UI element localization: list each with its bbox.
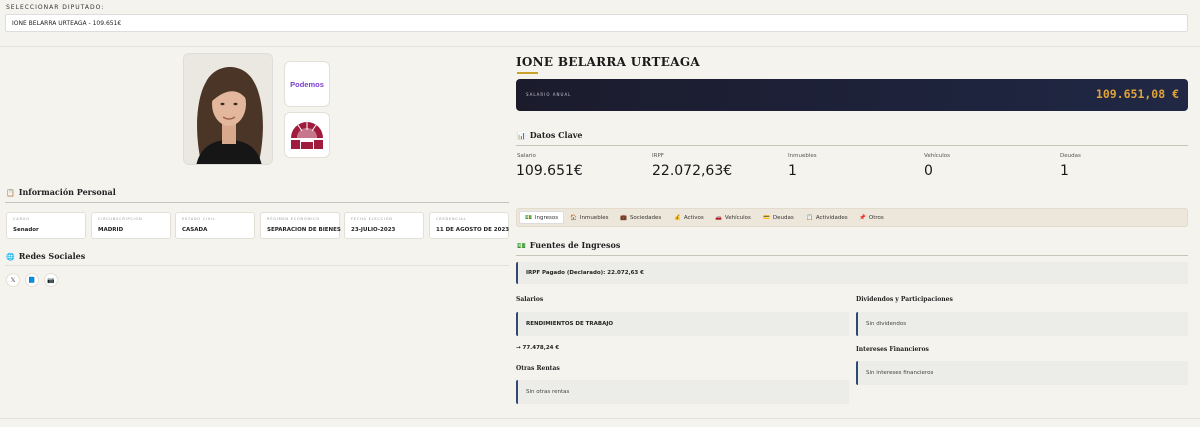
- salary-value: 109.651,08 €: [1095, 87, 1179, 101]
- info-card-value: 23-JULIO-2023: [351, 227, 396, 233]
- tab-label: Inmuebles: [579, 214, 609, 221]
- salaries-title: Salarios: [516, 296, 544, 303]
- money-icon: 💵: [525, 214, 532, 221]
- party-logo: Podemos: [284, 61, 330, 107]
- kpi-value-deudas: 1: [1060, 163, 1069, 179]
- selector-label: SELECCIONAR DIPUTADO:: [6, 4, 105, 11]
- info-card-label: ESTADO CIVIL: [182, 217, 216, 221]
- deputy-select[interactable]: IONE BELARRA URTEAGA - 109.651€: [5, 14, 1188, 32]
- globe-icon: 🌐: [6, 251, 15, 261]
- tab-label: Deudas: [772, 214, 794, 221]
- social-heading: Redes Sociales: [18, 251, 86, 261]
- kpi-value-vehiculos: 0: [924, 163, 933, 179]
- x-twitter-icon[interactable]: 𝕏: [6, 273, 20, 287]
- divider: [0, 46, 1200, 47]
- salary-item: RENDIMIENTOS DE TRABAJO: [516, 312, 849, 336]
- social-title: 🌐 Redes Sociales: [6, 251, 85, 261]
- personal-info-heading: Información Personal: [18, 187, 116, 197]
- divider: [5, 202, 509, 203]
- other-income-title: Otras Rentas: [516, 365, 560, 372]
- tab-actividades[interactable]: 📋 Actividades: [801, 211, 853, 224]
- key-data-title: 📊 Datos Clave: [517, 130, 583, 140]
- divider: [0, 418, 1200, 419]
- party-logo-text: Podemos: [290, 79, 324, 89]
- kpi-value-salario: 109.651€: [516, 163, 583, 179]
- info-card-estado-civil: ESTADO CIVIL CASADA: [175, 212, 255, 239]
- tab-label: Vehículos: [724, 214, 751, 221]
- info-card-fecha-eleccion: FECHA ELECCIÓN 23-JULIO-2023: [344, 212, 424, 239]
- interest-title: Intereses Financieros: [856, 346, 929, 353]
- tab-deudas[interactable]: 💳 Deudas: [758, 211, 799, 224]
- bar-chart-icon: 📊: [517, 130, 526, 140]
- money-bag-icon: 💰: [674, 214, 681, 221]
- info-card-label: CIRCUNSCRIPCIÓN: [98, 217, 143, 221]
- dividends-value: Sin dividendos: [856, 312, 1188, 336]
- tab-activos[interactable]: 💰 Activos: [669, 211, 709, 224]
- tab-sociedades[interactable]: 💼 Sociedades: [615, 211, 666, 224]
- divider: [516, 145, 1188, 146]
- chamber-emblem-icon: [284, 112, 330, 158]
- kpi-label-inmuebles: Inmuebles: [788, 153, 817, 159]
- tab-inmuebles[interactable]: 🏠 Inmuebles: [565, 211, 613, 224]
- kpi-label-irpf: IRPF: [652, 153, 664, 159]
- tab-ingresos[interactable]: 💵 Ingresos: [519, 211, 565, 224]
- info-card-label: CREDENCIAL: [436, 217, 467, 221]
- tab-label: Ingresos: [534, 214, 559, 221]
- tab-label: Activos: [683, 214, 704, 221]
- credit-card-icon: 💳: [763, 214, 770, 221]
- dividends-title: Dividendos y Participaciones: [856, 296, 953, 303]
- divider: [5, 265, 509, 266]
- info-card-value: Senador: [13, 227, 39, 233]
- info-card-label: FECHA ELECCIÓN: [351, 217, 393, 221]
- money-icon: 💵: [517, 240, 526, 250]
- tab-label: Sociedades: [629, 214, 662, 221]
- instagram-icon[interactable]: 📷: [44, 273, 58, 287]
- divider: [516, 255, 1188, 256]
- personal-info-title: 📋 Información Personal: [6, 187, 116, 197]
- deputy-name: IONE BELARRA URTEAGA: [516, 55, 701, 69]
- irpf-note: IRPF Pagado (Declarado): 22.072,63 €: [516, 262, 1188, 284]
- info-card-label: CARGO: [13, 217, 30, 221]
- info-card-value: 11 DE AGOSTO DE 2023: [436, 227, 510, 233]
- pin-icon: 📌: [859, 214, 866, 221]
- kpi-value-inmuebles: 1: [788, 163, 797, 179]
- salary-amount: → 77.478,24 €: [516, 345, 560, 351]
- briefcase-icon: 💼: [620, 214, 627, 221]
- income-title: 💵 Fuentes de Ingresos: [517, 240, 620, 250]
- tab-vehiculos[interactable]: 🚗 Vehículos: [710, 211, 756, 224]
- kpi-label-salario: Salario: [517, 153, 536, 159]
- info-card-circunscripcion: CIRCUNSCRIPCIÓN MADRID: [91, 212, 171, 239]
- tab-otros[interactable]: 📌 Otros: [854, 211, 889, 224]
- clipboard-icon: 📋: [6, 187, 15, 197]
- income-heading: Fuentes de Ingresos: [529, 240, 621, 250]
- house-icon: 🏠: [570, 214, 577, 221]
- car-icon: 🚗: [715, 214, 722, 221]
- info-card-label: RÉGIMEN ECONÓMICO: [267, 217, 320, 221]
- info-card-credencial: CREDENCIAL 11 DE AGOSTO DE 2023: [429, 212, 509, 239]
- clipboard-icon: 📋: [806, 214, 813, 221]
- salary-label: SALARIO ANUAL: [526, 92, 572, 97]
- facebook-icon[interactable]: 📘: [25, 273, 39, 287]
- info-card-value: SEPARACION DE BIENES: [267, 227, 341, 233]
- kpi-value-irpf: 22.072,63€: [652, 163, 733, 179]
- tab-label: Actividades: [815, 214, 848, 221]
- key-data-heading: Datos Clave: [529, 130, 583, 140]
- deputy-photo: [183, 53, 273, 165]
- info-card-cargo: CARGO Senador: [6, 212, 86, 239]
- interest-value: Sin intereses financieros: [856, 361, 1188, 385]
- kpi-label-deudas: Deudas: [1060, 153, 1081, 159]
- name-underline: [517, 72, 538, 74]
- kpi-label-vehiculos: Vehículos: [924, 153, 951, 159]
- tab-label: Otros: [868, 214, 884, 221]
- info-card-value: CASADA: [182, 227, 208, 233]
- info-card-regimen: RÉGIMEN ECONÓMICO SEPARACION DE BIENES: [260, 212, 341, 239]
- other-income-value: Sin otras rentas: [516, 380, 849, 404]
- salary-bar: [516, 79, 1188, 111]
- info-card-value: MADRID: [98, 227, 124, 233]
